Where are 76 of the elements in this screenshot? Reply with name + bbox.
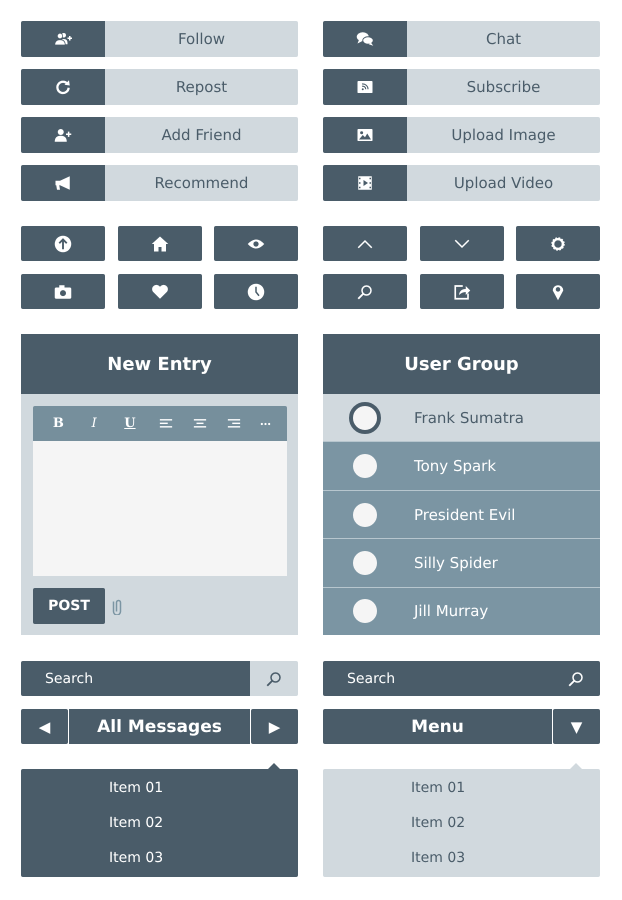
action-button[interactable]: Chat <box>323 21 600 57</box>
search-icon <box>567 670 585 688</box>
icon-button[interactable] <box>214 274 298 309</box>
radio-button[interactable] <box>353 454 377 478</box>
settings-icon <box>549 234 567 252</box>
menu-item[interactable]: Item 02 <box>323 814 600 831</box>
menu-item[interactable]: Item 03 <box>323 850 600 866</box>
user-name: Frank Sumatra <box>414 408 524 427</box>
rss-icon <box>356 78 374 96</box>
user-name: Tony Spark <box>414 457 496 476</box>
icon-button[interactable] <box>21 226 105 261</box>
icon-button[interactable] <box>21 274 105 309</box>
refresh-icon <box>54 78 72 96</box>
search-icon <box>265 670 283 688</box>
icon-button[interactable] <box>516 226 600 261</box>
align-left-icon[interactable] <box>159 418 174 429</box>
radio-button[interactable] <box>353 599 377 624</box>
radio-button[interactable] <box>353 502 377 527</box>
previous-button[interactable]: ◀ <box>21 709 68 744</box>
menu-item[interactable]: Item 01 <box>21 780 298 796</box>
user-row[interactable]: Jill Murray <box>323 586 600 636</box>
action-button[interactable]: Subscribe <box>323 69 600 105</box>
align-right-icon[interactable] <box>226 418 240 429</box>
icon-button[interactable] <box>118 226 202 261</box>
panel-header: User Group <box>323 334 600 394</box>
action-button[interactable]: Repost <box>21 69 298 105</box>
user-row[interactable]: President Evil <box>323 490 600 538</box>
action-button[interactable]: Add Friend <box>21 117 298 153</box>
user-row[interactable]: Tony Spark <box>323 441 600 490</box>
more-icon[interactable] <box>260 422 272 426</box>
user-row[interactable]: Frank Sumatra <box>323 394 600 442</box>
post-button[interactable]: POST <box>33 588 105 624</box>
format-button[interactable]: I <box>87 414 101 433</box>
image-icon <box>356 126 374 144</box>
panel-header: New Entry <box>21 334 298 394</box>
format-button[interactable]: U <box>120 414 140 433</box>
users-plus-icon <box>54 30 72 48</box>
search-field[interactable]: Search <box>21 661 250 696</box>
menu-item[interactable]: Item 03 <box>21 850 298 866</box>
arrow-up-icon <box>54 234 72 252</box>
share-icon <box>452 282 470 300</box>
icon-button[interactable] <box>420 274 504 309</box>
action-button[interactable]: Recommend <box>21 165 298 201</box>
icon-button[interactable] <box>118 274 202 309</box>
search-button[interactable] <box>250 661 298 696</box>
heart-icon <box>150 282 168 300</box>
clock-icon <box>247 282 265 300</box>
action-button[interactable]: Upload Video <box>323 165 600 201</box>
user-row[interactable]: Silly Spider <box>323 538 600 587</box>
user-name: Jill Murray <box>414 602 488 620</box>
next-button[interactable]: ▶ <box>251 709 298 744</box>
film-icon <box>356 174 374 192</box>
menu-item[interactable]: Item 02 <box>21 814 298 831</box>
menu-item[interactable]: Item 01 <box>323 780 600 796</box>
search-icon <box>356 282 374 300</box>
menu-button[interactable]: Menu <box>323 709 552 744</box>
radio-button[interactable] <box>353 550 377 575</box>
icon-button[interactable] <box>214 226 298 261</box>
action-button[interactable]: Upload Image <box>323 117 600 153</box>
action-button[interactable]: Follow <box>21 21 298 57</box>
megaphone-icon <box>54 174 72 192</box>
icon-button[interactable] <box>516 274 600 309</box>
search-field[interactable]: Search <box>323 661 552 696</box>
home-icon <box>150 234 168 252</box>
dropdown-toggle[interactable]: ▼ <box>553 709 600 744</box>
chat-bubbles-icon <box>356 30 374 48</box>
align-center-icon[interactable] <box>192 418 207 429</box>
format-button[interactable]: B <box>48 414 68 433</box>
pager-title: All Messages <box>69 709 250 744</box>
paperclip-icon[interactable] <box>111 597 123 615</box>
user-plus-icon <box>54 126 72 144</box>
camera-icon <box>54 282 72 300</box>
user-name: President Evil <box>414 506 516 524</box>
radio-button[interactable] <box>349 402 381 434</box>
user-name: Silly Spider <box>414 554 498 572</box>
search-button[interactable] <box>552 661 600 696</box>
